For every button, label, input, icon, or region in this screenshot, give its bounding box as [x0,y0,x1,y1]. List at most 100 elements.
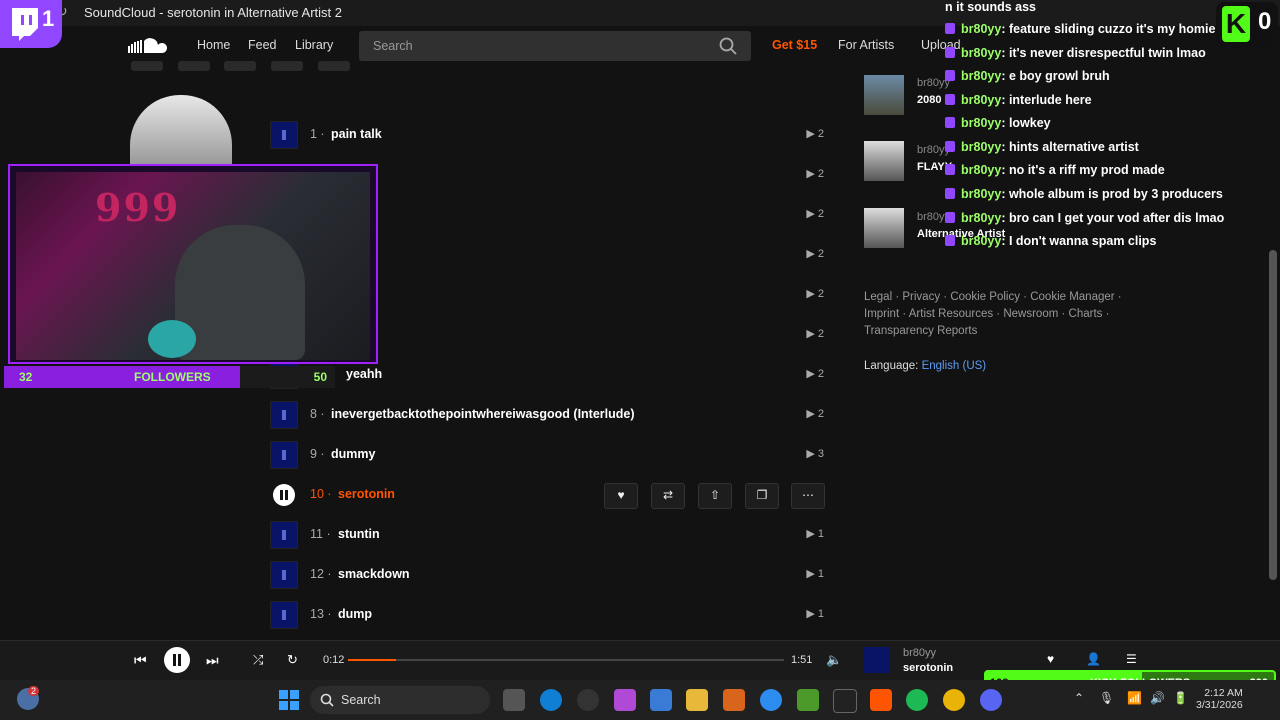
track-title[interactable]: smackdown [338,567,410,581]
store-icon[interactable] [650,689,672,711]
chatgpt-icon[interactable] [577,689,599,711]
track-row[interactable]: 9 · dummy ▶ 3 [270,438,826,474]
twitch-badge-icon [945,47,955,58]
search-icon[interactable] [719,37,737,55]
track-row[interactable]: 13 · dump ▶ 1 [270,598,826,634]
track-row-playing[interactable]: 10 · serotonin ♥ ⇄ ⇧ ❐ ⋯ [270,478,826,514]
epic-games-icon[interactable] [833,689,857,713]
filter-pill[interactable] [131,61,163,71]
play-count: ▶ 2 [806,208,824,220]
share-button[interactable]: ⇧ [698,483,732,509]
chat-message: br80yy: whole album is prod by 3 produce… [945,187,1223,201]
previous-icon[interactable]: ⏮ [134,652,147,669]
progress-track[interactable] [348,659,784,661]
track-title[interactable]: serotonin [338,487,395,501]
copy-link-button[interactable]: ❐ [745,483,779,509]
track-title[interactable]: dummy [331,447,375,461]
related-artwork[interactable] [864,208,904,248]
track-row[interactable]: 1 · pain talk ▶ 2 [270,118,826,154]
play-count: ▶ 3 [806,448,824,460]
language-label: Language: [864,360,919,372]
next-icon[interactable]: ⏭ [206,652,219,669]
minecraft-icon[interactable] [797,689,819,711]
task-view-icon[interactable] [503,689,525,711]
get-15-link[interactable]: Get $15 [772,38,817,52]
footer-link-transparency[interactable]: Transparency Reports [864,325,977,337]
battery-icon[interactable]: 🔋 [1173,691,1188,705]
pause-icon[interactable] [273,484,295,506]
track-title[interactable]: stuntin [338,527,380,541]
footer-link-privacy[interactable]: Privacy [902,291,940,303]
related-title[interactable]: 2080 [917,94,941,106]
copilot-icon[interactable] [614,689,636,711]
edge-icon[interactable] [540,689,562,711]
filter-pill[interactable] [271,61,303,71]
now-playing-artist[interactable]: br80yy [903,647,936,659]
nav-home[interactable]: Home [197,38,230,52]
now-playing-artwork[interactable] [864,647,890,673]
app-icon[interactable] [760,689,782,711]
track-artwork[interactable] [270,121,298,149]
filter-pill[interactable] [178,61,210,71]
footer-link-charts[interactable]: Charts [1069,308,1103,320]
language-value[interactable]: English (US) [922,360,987,372]
artist-avatar[interactable] [130,95,232,165]
footer-link-newsroom[interactable]: Newsroom [1003,308,1058,320]
play-count: ▶ 2 [806,248,824,260]
like-button[interactable]: ♥ [604,483,638,509]
track-title[interactable]: inevergetbacktothepointwhereiwasgood (In… [331,407,635,421]
repost-button[interactable]: ⇄ [651,483,685,509]
track-title[interactable]: dump [338,607,372,621]
filter-pill[interactable] [224,61,256,71]
soundcloud-taskbar-icon[interactable] [870,689,892,711]
track-artwork[interactable] [270,521,298,549]
windows-start-icon[interactable] [279,690,299,710]
track-row[interactable]: 12 · smackdown ▶ 1 [270,558,826,594]
more-button[interactable]: ⋯ [791,483,825,509]
chrome-icon[interactable] [943,689,965,711]
filter-pill[interactable] [318,61,350,71]
related-artwork[interactable] [864,141,904,181]
follow-icon[interactable]: 👤 [1086,652,1101,666]
mic-icon[interactable]: 🎙 [1099,691,1114,705]
track-title[interactable]: pain talk [331,127,382,141]
spotify-icon[interactable] [906,689,928,711]
discord-icon[interactable] [980,689,1002,711]
track-artwork[interactable] [270,601,298,629]
footer-link-artist-resources[interactable]: Artist Resources [909,308,993,320]
repeat-icon[interactable]: ↻ [287,652,298,668]
fl-studio-icon[interactable] [723,689,745,711]
pause-icon[interactable] [164,647,190,673]
system-clock[interactable]: 2:12 AM 3/31/2026 [1196,687,1243,711]
now-playing-title[interactable]: serotonin [903,662,953,674]
footer-link-cookie-manager[interactable]: Cookie Manager [1030,291,1114,303]
page-scrollbar[interactable] [1269,250,1277,580]
taskbar-search[interactable]: Search [310,686,490,714]
footer-link-legal[interactable]: Legal [864,291,892,303]
wifi-icon[interactable]: 📶 [1127,691,1142,705]
speaker-icon[interactable]: 🔊 [1150,691,1165,705]
nav-library[interactable]: Library [295,38,333,52]
track-artwork[interactable] [270,441,298,469]
search-input[interactable]: Search [359,31,751,61]
related-artwork[interactable] [864,75,904,115]
volume-icon[interactable]: 🔈 [826,652,842,668]
track-artwork[interactable] [270,561,298,589]
for-artists-link[interactable]: For Artists [838,38,894,52]
footer-link-cookie-policy[interactable]: Cookie Policy [950,291,1020,303]
queue-icon[interactable]: ☰ [1126,652,1137,666]
track-row[interactable]: 11 · stuntin ▶ 1 [270,518,826,554]
like-icon[interactable]: ♥ [1047,652,1054,666]
track-title[interactable]: yeahh [346,367,382,381]
chevron-up-icon[interactable]: ⌃ [1074,691,1084,705]
soundcloud-logo-icon[interactable] [128,38,172,54]
shuffle-icon[interactable]: ⤮ [253,652,263,668]
file-explorer-icon[interactable] [686,689,708,711]
track-row[interactable]: 8 · inevergetbacktothepointwhereiwasgood… [270,398,826,434]
kick-logo-icon: K [1222,6,1250,42]
followers-goal-bar: 32 FOLLOWERS [4,366,240,388]
nav-feed[interactable]: Feed [248,38,277,52]
track-artwork[interactable] [270,401,298,429]
footer-link-imprint[interactable]: Imprint [864,308,899,320]
search-icon [320,693,334,707]
